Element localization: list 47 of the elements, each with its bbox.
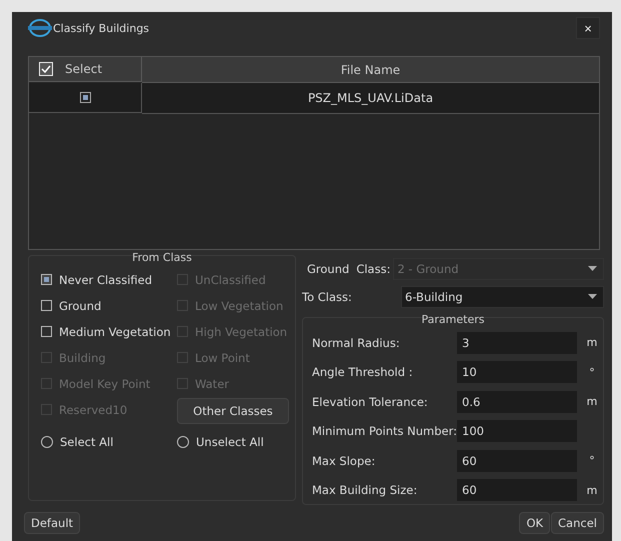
group-title: Parameters [422,314,484,325]
unit-label: m [586,484,598,497]
class-checkbox[interactable]: Ground [41,292,177,319]
field-label: Ground [307,262,350,276]
input-field[interactable]: 60 [457,479,577,502]
row-checkbox[interactable] [80,92,90,104]
parameter-label: Minimum Points Number: [312,424,457,438]
window-title: Classify Buildings [53,22,150,35]
class-checkbox[interactable]: Never Classified [41,266,177,293]
column-label: Select [65,62,102,76]
unit-label: m [586,336,598,350]
input-field[interactable]: 0.6 [457,390,577,413]
parameter-label: Angle Threshold : [312,365,414,380]
group-title: From Class [132,252,192,263]
ok-button[interactable]: OK [519,512,550,534]
field-label: Class: [356,262,390,276]
checkbox-square[interactable] [41,300,52,312]
parameter-label: Normal Radius: [312,336,401,350]
to-class-dropdown[interactable]: 6-Building [401,286,604,308]
dropdown-arrow-icon [588,294,597,300]
input-field[interactable]: 100 [457,420,577,442]
dropdown-arrow-icon [588,266,597,272]
class-checkbox[interactable]: Medium Vegetation [41,318,177,345]
radio-option[interactable]: Select All [41,428,177,455]
cancel-button[interactable]: Cancel [551,512,604,534]
checkbox-square[interactable] [41,326,52,338]
input-field[interactable]: 10 [457,361,577,384]
parameter-label: Elevation Tolerance: [312,394,429,409]
default-button[interactable]: Default [24,512,80,534]
column-header: File Name [142,57,599,84]
parameter-label: Max Building Size: [312,483,418,498]
field-label: To Class: [302,290,353,304]
unit-label: ° [589,366,595,379]
checkbox-square[interactable] [41,274,52,286]
close-button[interactable]: × [576,17,600,40]
radio-circle[interactable] [177,436,189,448]
parameter-label: Max Slope: [312,454,376,468]
input-field[interactable]: 3 [457,332,577,354]
table-cell: PSZ_MLS_UAV.LiData [142,83,599,114]
unit-label: ° [589,454,595,468]
select-all-checkbox[interactable] [39,62,53,76]
globe-logo-icon [28,19,52,38]
radio-option[interactable]: Unselect All [177,428,302,455]
input-field[interactable]: 60 [457,450,577,472]
radio-circle[interactable] [41,436,53,448]
other-classes-button[interactable]: Other Classes [177,398,289,424]
unit-label: m [586,395,598,408]
